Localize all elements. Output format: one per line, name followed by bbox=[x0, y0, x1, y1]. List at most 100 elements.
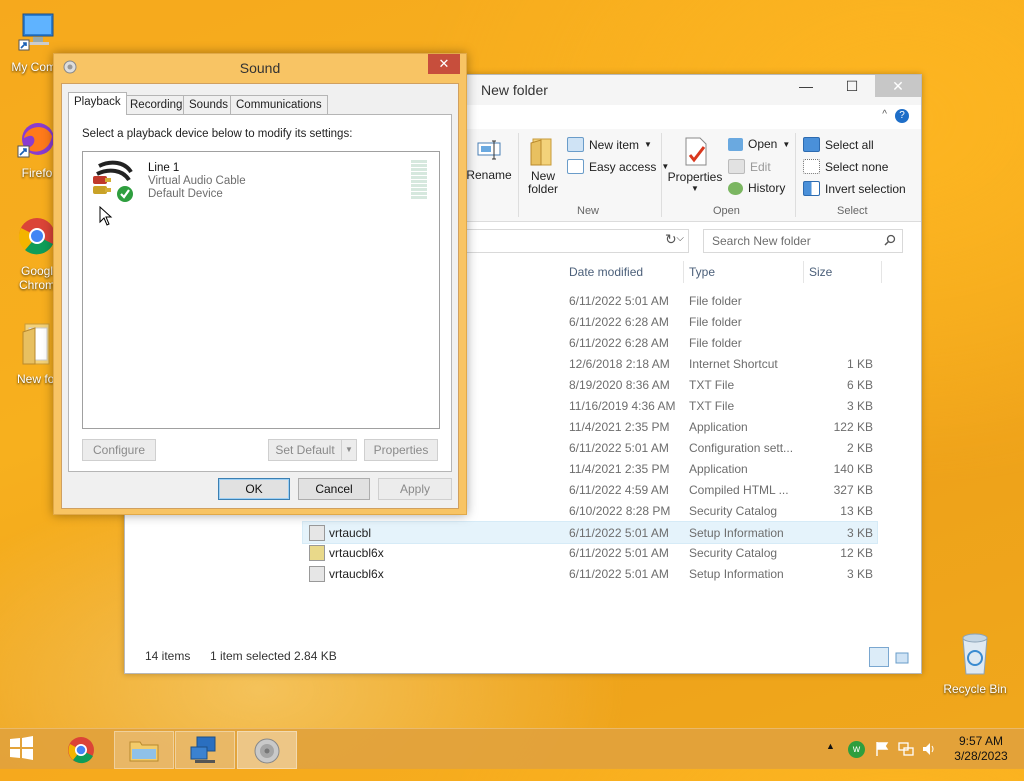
file-type: Security Catalog bbox=[689, 504, 778, 518]
file-date: 6/10/2022 8:28 PM bbox=[569, 504, 671, 518]
file-size: 3 KB bbox=[846, 567, 873, 581]
file-type: TXT File bbox=[689, 378, 735, 392]
table-row[interactable]: vrtaucbl 6/11/2022 5:01 AM Setup Informati… bbox=[302, 521, 878, 544]
select-all-button[interactable]: Select all bbox=[803, 137, 874, 152]
column-type[interactable]: Type bbox=[689, 265, 715, 279]
open-button[interactable]: Open ▼ bbox=[728, 137, 790, 151]
properties-button[interactable]: Properties ▼ bbox=[667, 135, 723, 193]
cancel-button[interactable]: Cancel bbox=[298, 478, 370, 500]
minimize-button[interactable]: — bbox=[783, 75, 829, 97]
folder-icon bbox=[22, 323, 50, 365]
select-none-button[interactable]: Select none bbox=[803, 159, 888, 174]
new-folder-button[interactable]: New folder bbox=[525, 135, 561, 196]
invert-selection-label: Invert selection bbox=[825, 181, 906, 196]
file-type: Security Catalog bbox=[689, 546, 778, 560]
file-date: 6/11/2022 5:01 AM bbox=[569, 567, 669, 581]
group-label-open: Open bbox=[713, 205, 740, 217]
rename-button[interactable]: Rename bbox=[465, 135, 513, 182]
sound-close-button[interactable]: ✕ bbox=[428, 54, 460, 74]
tab-sounds[interactable]: Sounds bbox=[183, 95, 235, 114]
file-date: 12/6/2018 2:18 AM bbox=[569, 357, 670, 371]
easy-access-button[interactable]: Easy access ▼ bbox=[567, 159, 669, 174]
file-type: File folder bbox=[689, 294, 742, 308]
tray-app-icon[interactable]: w bbox=[848, 741, 865, 758]
search-box[interactable]: Search New folder bbox=[703, 229, 903, 253]
column-size[interactable]: Size bbox=[809, 265, 832, 279]
tab-playback[interactable]: Playback bbox=[68, 92, 127, 115]
new-item-button[interactable]: New item ▼ bbox=[567, 137, 652, 152]
clock[interactable]: 9:57 AM 3/28/2023 bbox=[950, 734, 1012, 764]
chevron-down-icon: ▼ bbox=[691, 184, 699, 193]
new-item-icon bbox=[567, 137, 584, 152]
show-hidden-icons[interactable]: ▲ bbox=[826, 741, 835, 781]
network-icon[interactable] bbox=[898, 741, 914, 757]
file-date: 8/19/2020 8:36 AM bbox=[569, 378, 670, 392]
setup-information-icon bbox=[309, 525, 325, 541]
configure-button[interactable]: Configure bbox=[82, 439, 156, 461]
address-bar[interactable]: ⌵ bbox=[465, 229, 689, 253]
security-catalog-icon bbox=[309, 545, 325, 561]
rename-icon bbox=[477, 140, 501, 160]
ribbon-separator bbox=[661, 133, 662, 217]
device-item-line-1[interactable]: Line 1 Virtual Audio Cable Default Devic… bbox=[85, 154, 435, 206]
clock-time: 9:57 AM bbox=[958, 734, 1004, 748]
properties-button[interactable]: Properties bbox=[364, 439, 438, 461]
refresh-icon[interactable]: ↻ bbox=[665, 231, 677, 248]
search-icon bbox=[884, 234, 896, 246]
chrome-icon bbox=[68, 737, 94, 764]
new-folder-icon bbox=[530, 138, 552, 166]
invert-selection-button[interactable]: Invert selection bbox=[803, 181, 906, 196]
windows-logo-icon bbox=[10, 736, 33, 760]
file-date: 11/4/2021 2:35 PM bbox=[569, 462, 670, 476]
details-view-icon[interactable] bbox=[869, 647, 889, 667]
ok-button[interactable]: OK bbox=[218, 478, 290, 500]
large-icons-view-icon[interactable] bbox=[893, 649, 911, 667]
address-dropdown-icon[interactable]: ⌵ bbox=[676, 233, 684, 244]
collapse-ribbon-icon[interactable]: ^ bbox=[882, 109, 887, 120]
select-none-label: Select none bbox=[825, 159, 889, 174]
file-size: 1 KB bbox=[846, 357, 873, 371]
start-button[interactable] bbox=[6, 735, 40, 763]
close-button[interactable]: ✕ bbox=[875, 75, 921, 97]
taskbar-file-explorer[interactable] bbox=[114, 731, 174, 769]
file-date: 6/11/2022 5:01 AM bbox=[569, 441, 669, 455]
maximize-button[interactable]: ☐ bbox=[829, 75, 875, 97]
table-row[interactable]: vrtaucbl6x 6/11/2022 5:01 AM Setup Informa… bbox=[303, 563, 877, 584]
taskbar: ▲ w 9:57 AM 3/28/2023 bbox=[0, 728, 1024, 769]
file-date: 6/11/2022 4:59 AM bbox=[569, 483, 669, 497]
volume-icon[interactable] bbox=[921, 741, 937, 757]
column-date-modified[interactable]: Date modified bbox=[569, 265, 643, 279]
new-item-label: New item bbox=[589, 137, 640, 152]
table-row[interactable]: vrtaucbl6x 6/11/2022 5:01 AM Security Cata… bbox=[303, 542, 877, 563]
taskbar-sound[interactable] bbox=[237, 731, 297, 769]
new-folder-label: New folder bbox=[527, 169, 559, 196]
edit-button[interactable]: Edit bbox=[728, 159, 771, 174]
file-size: 122 KB bbox=[833, 420, 873, 434]
file-type: Internet Shortcut bbox=[689, 357, 778, 371]
file-type: TXT File bbox=[689, 399, 735, 413]
select-all-icon bbox=[803, 137, 820, 152]
history-button[interactable]: History bbox=[728, 181, 785, 195]
set-default-dropdown[interactable]: ▼ bbox=[341, 439, 357, 461]
sound-dialog: Sound ✕ Playback Recording Sounds Commun… bbox=[53, 53, 467, 515]
explorer-title: New folder bbox=[481, 82, 548, 98]
file-date: 11/16/2019 4:36 AM bbox=[569, 399, 676, 413]
tab-recording[interactable]: Recording bbox=[124, 95, 189, 114]
rename-label: Rename bbox=[466, 168, 512, 182]
file-size: 327 KB bbox=[833, 483, 873, 497]
taskbar-network-app[interactable] bbox=[175, 731, 235, 769]
file-type: File folder bbox=[689, 336, 742, 350]
file-type: File folder bbox=[689, 315, 742, 329]
tab-communications[interactable]: Communications bbox=[230, 95, 328, 114]
help-icon[interactable]: ? bbox=[895, 109, 909, 123]
set-default-button[interactable]: Set Default bbox=[268, 439, 341, 461]
file-type: Setup Information bbox=[689, 567, 784, 581]
volume-meter bbox=[411, 160, 427, 200]
select-none-icon bbox=[803, 159, 820, 174]
taskbar-chrome[interactable] bbox=[53, 731, 111, 767]
column-separator bbox=[683, 261, 684, 283]
flag-icon[interactable] bbox=[874, 741, 890, 757]
desktop-icon-recycle-bin[interactable]: Recycle Bin bbox=[940, 630, 1010, 696]
file-size: 3 KB bbox=[846, 526, 873, 540]
apply-button[interactable]: Apply bbox=[378, 478, 452, 500]
